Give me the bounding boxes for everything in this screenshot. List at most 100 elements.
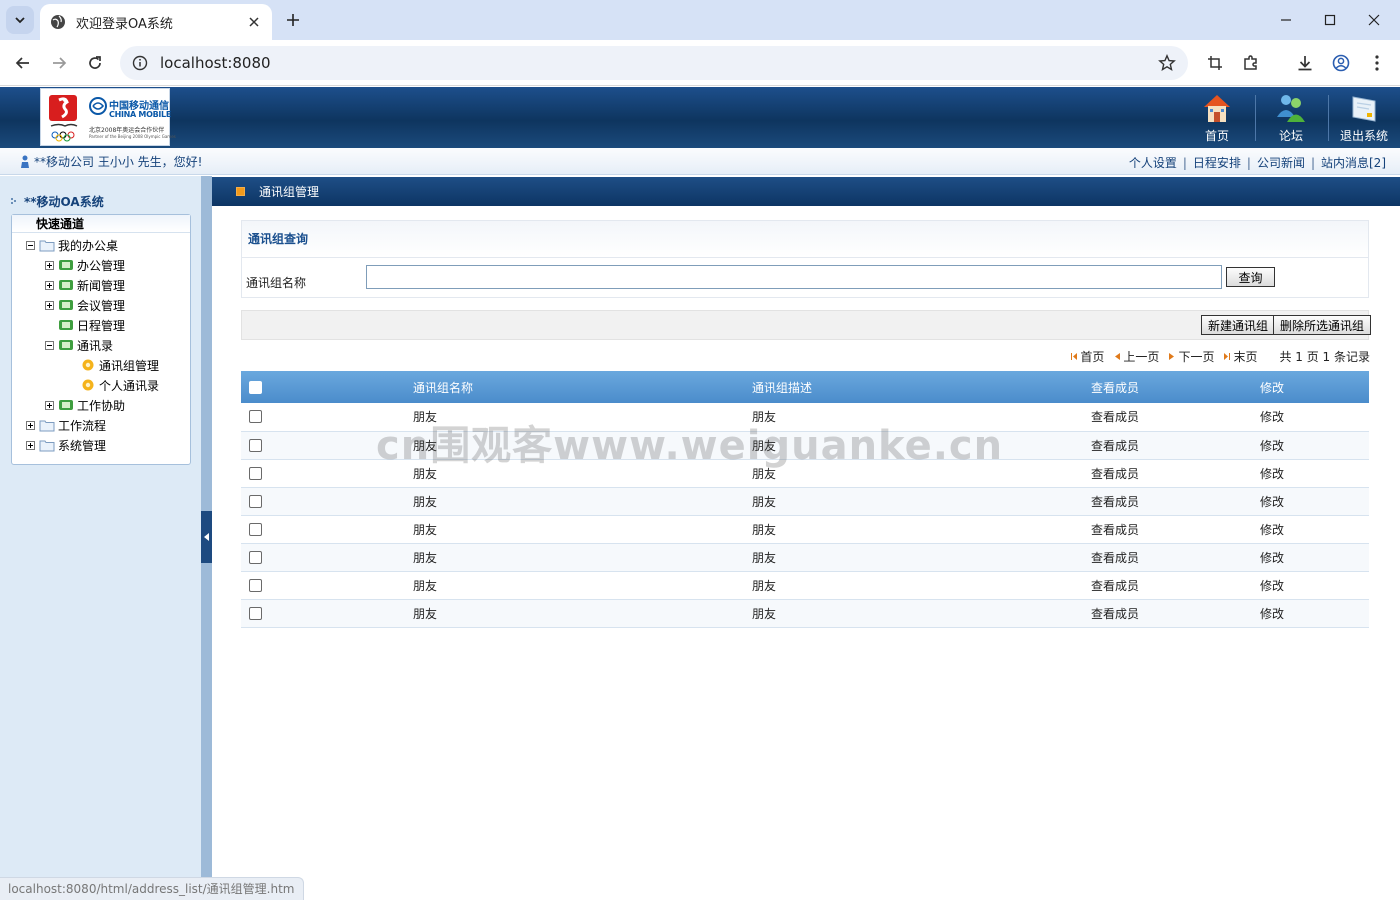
row-checkbox[interactable] [249, 522, 262, 536]
dots-icon [11, 197, 16, 204]
edit-link[interactable]: 修改 [1260, 543, 1369, 572]
tree-node-schedule[interactable]: 日程管理 [58, 315, 125, 335]
forum-button[interactable]: 论坛 [1256, 91, 1326, 145]
edit-link[interactable]: 修改 [1260, 515, 1369, 544]
group-name-cell: 朋友 [413, 487, 752, 516]
edit-link[interactable]: 修改 [1260, 599, 1369, 628]
row-checkbox[interactable] [249, 410, 262, 424]
info-icon[interactable] [132, 55, 148, 71]
row-checkbox[interactable] [249, 550, 262, 564]
url-text[interactable]: localhost:8080 [160, 54, 1158, 72]
oa-header: 中国移动通信 CHINA MOBILE 北京2008年奥运会合作伙伴 Partn… [0, 87, 1400, 148]
address-bar[interactable]: localhost:8080 [120, 46, 1188, 80]
row-checkbox[interactable] [249, 494, 262, 508]
link-company-news[interactable]: 公司新闻 [1257, 156, 1305, 170]
plus-box-icon[interactable] [45, 280, 54, 290]
view-members-link[interactable]: 查看成员 [1091, 459, 1260, 488]
edit-link[interactable]: 修改 [1260, 431, 1369, 460]
select-all-checkbox[interactable] [249, 380, 262, 394]
home-button[interactable]: 首页 [1182, 91, 1252, 145]
maximize-button[interactable] [1310, 8, 1350, 32]
user-icon [21, 155, 29, 168]
home-label: 首页 [1204, 129, 1229, 143]
download-icon [1298, 56, 1312, 71]
logout-button[interactable]: 退出系统 [1329, 91, 1399, 145]
edit-link[interactable]: 修改 [1260, 459, 1369, 488]
prev-page-icon [1115, 353, 1121, 360]
profile-button[interactable] [1330, 52, 1352, 74]
row-checkbox[interactable] [249, 438, 262, 452]
pager-next[interactable]: 下一页 [1169, 348, 1214, 365]
forward-button[interactable] [45, 49, 73, 77]
view-members-link[interactable]: 查看成员 [1091, 515, 1260, 544]
pager-last[interactable]: 末页 [1224, 348, 1257, 365]
minus-box-icon[interactable] [26, 240, 35, 250]
row-checkbox[interactable] [249, 606, 262, 620]
link-schedule[interactable]: 日程安排 [1193, 156, 1241, 170]
tree-node-sysadmin[interactable]: 系统管理 [26, 435, 106, 455]
query-button[interactable]: 查询 [1226, 267, 1275, 287]
row-checkbox[interactable] [249, 578, 262, 592]
plus-box-icon[interactable] [26, 440, 35, 450]
edit-link[interactable]: 修改 [1260, 403, 1369, 432]
plus-box-icon[interactable] [45, 400, 54, 410]
maximize-icon [1324, 14, 1336, 26]
delete-selected-button[interactable]: 删除所选通讯组 [1273, 315, 1372, 335]
nav-tree: 快速通道 我的办公桌 办公管理 新闻管理 会议管理 日程管理 通讯录 通讯组管理… [11, 214, 191, 465]
tab-search-button[interactable] [6, 6, 34, 34]
plus-box-icon[interactable] [26, 420, 35, 430]
tree-node-meeting[interactable]: 会议管理 [45, 295, 125, 315]
plus-box-icon[interactable] [45, 260, 54, 270]
main-content: 通讯组管理 通讯组查询 通讯组名称 查询 新建通讯组 删除所选通讯组 首页 上一… [212, 176, 1400, 900]
view-members-link[interactable]: 查看成员 [1091, 487, 1260, 516]
welcome-text: **移动公司 王小小 先生，您好! [34, 155, 203, 169]
link-personal-settings[interactable]: 个人设置 [1129, 156, 1177, 170]
tree-node-workflow[interactable]: 工作流程 [26, 415, 106, 435]
collapse-sidebar-handle[interactable] [201, 511, 212, 563]
tree-node-office[interactable]: 办公管理 [45, 255, 125, 275]
back-button[interactable] [9, 49, 37, 77]
reload-button[interactable] [81, 49, 109, 77]
tab-close-button[interactable] [246, 14, 262, 30]
pager-first[interactable]: 首页 [1071, 348, 1104, 365]
extensions-button[interactable] [1240, 52, 1262, 74]
link-site-messages[interactable]: 站内消息[2] [1321, 156, 1386, 170]
new-tab-button[interactable] [282, 9, 304, 31]
view-members-link[interactable]: 查看成员 [1091, 431, 1260, 460]
group-desc-cell: 朋友 [752, 599, 1091, 628]
downloads-button[interactable] [1294, 52, 1316, 74]
menu-button[interactable] [1366, 52, 1388, 74]
close-window-button[interactable] [1354, 8, 1394, 32]
row-checkbox[interactable] [249, 466, 262, 480]
tree-node-desk[interactable]: 我的办公桌 [26, 235, 118, 255]
forum-label: 论坛 [1278, 129, 1303, 143]
view-members-link[interactable]: 查看成员 [1091, 571, 1260, 600]
tree-node-news[interactable]: 新闻管理 [45, 275, 125, 295]
welcome-message: **移动公司 王小小 先生，您好! [20, 153, 202, 170]
crop-button[interactable] [1204, 52, 1226, 74]
home-icon [1204, 95, 1230, 122]
table-row: 朋友 朋友 查看成员 修改 [241, 571, 1369, 600]
edit-link[interactable]: 修改 [1260, 487, 1369, 516]
view-members-link[interactable]: 查看成员 [1091, 599, 1260, 628]
link-separator: | [1310, 156, 1315, 170]
plus-box-icon[interactable] [45, 300, 54, 310]
view-members-link[interactable]: 查看成员 [1091, 543, 1260, 572]
sidebar-title: **移动OA系统 [10, 193, 104, 210]
beijing-olympic-emblem-icon [49, 95, 78, 142]
star-icon[interactable] [1158, 54, 1176, 72]
view-members-link[interactable]: 查看成员 [1091, 403, 1260, 432]
new-group-button[interactable]: 新建通讯组 [1201, 315, 1276, 335]
folder-open-icon [39, 240, 55, 252]
tree-node-work-assist[interactable]: 工作协助 [45, 395, 125, 415]
pager-prev[interactable]: 上一页 [1114, 348, 1159, 365]
group-name-input[interactable] [366, 265, 1222, 289]
minimize-button[interactable] [1266, 8, 1306, 32]
edit-link[interactable]: 修改 [1260, 571, 1369, 600]
browser-tab[interactable]: 欢迎登录OA系统 [40, 4, 272, 40]
section-title: 通讯组管理 [259, 185, 320, 199]
tree-node-address[interactable]: 通讯录 [45, 335, 113, 355]
minus-box-icon[interactable] [45, 340, 54, 350]
tree-node-personal[interactable]: 个人通讯录 [80, 375, 159, 395]
tree-node-group-mgmt[interactable]: 通讯组管理 [80, 355, 159, 375]
